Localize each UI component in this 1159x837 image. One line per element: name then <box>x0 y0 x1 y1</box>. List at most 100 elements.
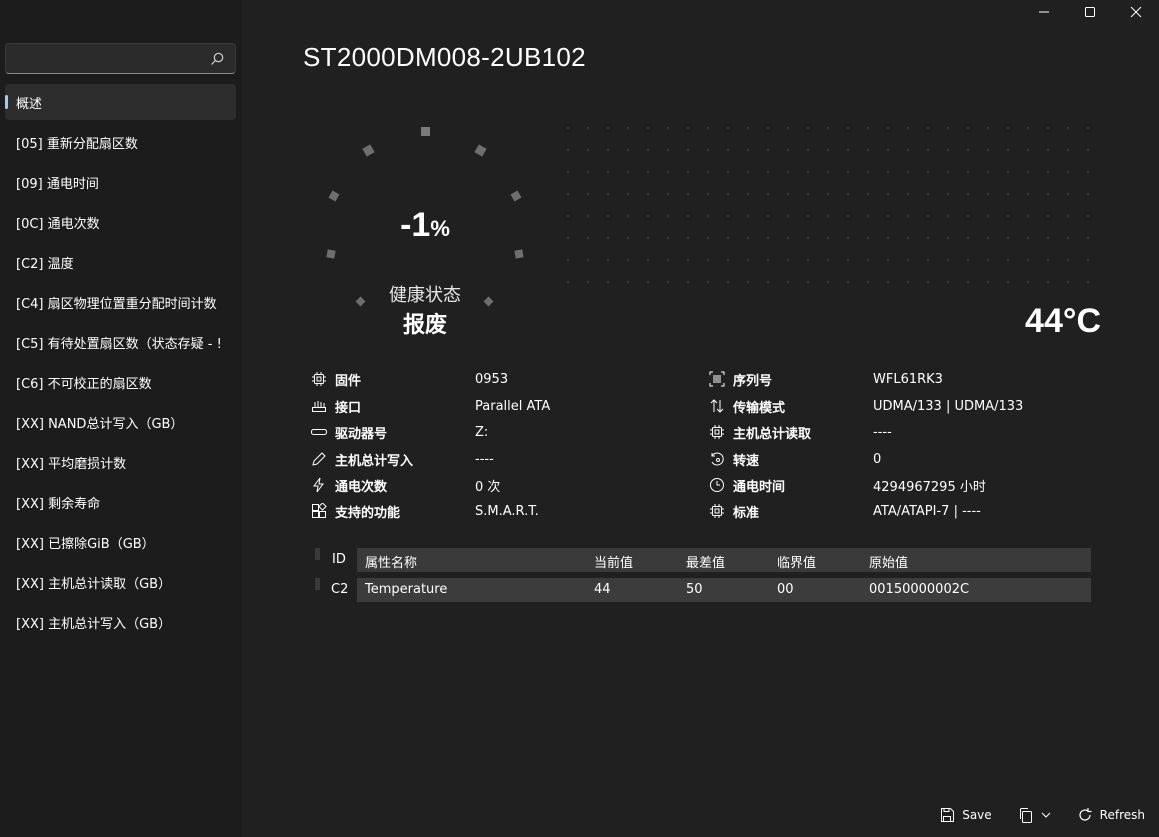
info-value: 0 次 <box>475 479 501 495</box>
grid-dot <box>1026 126 1030 130</box>
grid-dot <box>746 148 750 152</box>
info-label: 主机总计读取 <box>733 426 812 442</box>
sidebar-item-0c[interactable]: [0C] 通电次数 <box>5 204 236 240</box>
grid-dot <box>766 170 770 174</box>
grid-dot <box>666 280 670 284</box>
grid-dot <box>986 258 990 262</box>
grid-dot <box>646 280 650 284</box>
copy-dropdown-button[interactable] <box>1018 807 1051 823</box>
sidebar-item-wear-level[interactable]: [XX] 平均磨损计数 <box>5 444 236 480</box>
grid-dot <box>986 170 990 174</box>
grid-dot <box>766 192 770 196</box>
table-row[interactable]: C2 Temperature 44 50 00 00150000002C <box>315 578 1091 602</box>
info-value: 0953 <box>475 371 509 387</box>
smart-table: ID 属性名称 当前值 最差值 临界值 原始值 C2 Temperature 4… <box>315 548 1091 602</box>
grid-dot <box>926 170 930 174</box>
grid-dot <box>626 192 630 196</box>
grid-dot <box>686 170 690 174</box>
col-worst: 最差值 <box>686 556 726 571</box>
grid-dot <box>786 192 790 196</box>
maximize-button[interactable] <box>1067 0 1113 24</box>
refresh-button[interactable]: Refresh <box>1077 807 1145 823</box>
clock-icon <box>708 476 726 494</box>
health-percent: -1% <box>330 206 520 245</box>
grid-dot <box>986 236 990 240</box>
grid-dot <box>566 258 570 262</box>
grid-dot <box>946 126 950 130</box>
sidebar-item-05[interactable]: [05] 重新分配扇区数 <box>5 124 236 160</box>
save-label: Save <box>962 808 992 822</box>
sidebar-item-overview[interactable]: 概述 <box>5 84 236 120</box>
grid-dot <box>966 126 970 130</box>
close-button[interactable] <box>1113 0 1159 24</box>
grid-dot <box>946 236 950 240</box>
grid-dot <box>866 214 870 218</box>
info-power-count: 通电次数 0 次 <box>310 472 500 498</box>
grid-dot <box>706 214 710 218</box>
grid-dot <box>986 126 990 130</box>
table-marker <box>315 548 320 560</box>
grid-dot <box>706 192 710 196</box>
grid-dot <box>1066 280 1070 284</box>
grid-dot <box>926 280 930 284</box>
info-value: ---- <box>873 424 892 440</box>
info-label: 主机总计写入 <box>335 453 414 469</box>
sidebar-item-nand-writes[interactable]: [XX] NAND总计写入（GB） <box>5 404 236 440</box>
window-controls <box>1021 0 1159 24</box>
grid-dot <box>666 258 670 262</box>
grid-dot <box>1066 258 1070 262</box>
search-icon[interactable] <box>209 51 225 67</box>
grid-dot <box>966 236 970 240</box>
grid-dot <box>966 280 970 284</box>
grid-dot <box>846 170 850 174</box>
sidebar-item-life-left[interactable]: [XX] 剩余寿命 <box>5 484 236 520</box>
sidebar-item-c5[interactable]: [C5] 有待处置扇区数（状态存疑 - ! <box>5 324 236 360</box>
sidebar-item-c2[interactable]: [C2] 温度 <box>5 244 236 280</box>
sidebar-item-label: [XX] 平均磨损计数 <box>16 456 127 472</box>
grid-dot <box>606 126 610 130</box>
command-bar: Save Refresh <box>939 807 1145 823</box>
grid-dot <box>946 280 950 284</box>
grid-dot <box>846 280 850 284</box>
grid-dot <box>986 148 990 152</box>
grid-dot <box>726 258 730 262</box>
col-id: ID <box>332 552 346 567</box>
sidebar-item-c6[interactable]: [C6] 不可校正的扇区数 <box>5 364 236 400</box>
search-input[interactable] <box>5 43 236 74</box>
grid-dot <box>906 192 910 196</box>
grid-dot <box>826 236 830 240</box>
sidebar-item-label: [0C] 通电次数 <box>16 216 100 232</box>
save-button[interactable]: Save <box>939 807 992 823</box>
col-current: 当前值 <box>594 556 634 571</box>
sidebar-item-host-writes[interactable]: [XX] 主机总计写入（GB） <box>5 604 236 640</box>
grid-dot <box>786 258 790 262</box>
sidebar-item-label: [05] 重新分配扇区数 <box>16 136 138 152</box>
copy-icon <box>1019 808 1032 823</box>
grid-dot <box>706 170 710 174</box>
sidebar-item-09[interactable]: [09] 通电时间 <box>5 164 236 200</box>
grid-dot <box>706 236 710 240</box>
grid-dot <box>946 192 950 196</box>
grid-dot <box>606 148 610 152</box>
info-value: S.M.A.R.T. <box>475 503 539 519</box>
minimize-icon <box>1039 11 1049 13</box>
grid-dot <box>1066 192 1070 196</box>
sidebar: 概述 [05] 重新分配扇区数 [09] 通电时间 [0C] 通电次数 [C2]… <box>0 0 242 837</box>
grid-dot <box>1006 280 1010 284</box>
grid-dot <box>586 148 590 152</box>
grid-dot <box>646 214 650 218</box>
sidebar-item-host-reads[interactable]: [XX] 主机总计读取（GB） <box>5 564 236 600</box>
temperature-history-grid <box>566 126 1090 284</box>
sidebar-item-erased-gib[interactable]: [XX] 已擦除GiB（GB） <box>5 524 236 560</box>
info-label: 驱动器号 <box>335 426 388 442</box>
sidebar-item-c4[interactable]: [C4] 扇区物理位置重分配时间计数 <box>5 284 236 320</box>
info-value: ---- <box>475 451 494 467</box>
grid-dot <box>606 192 610 196</box>
grid-dot <box>726 214 730 218</box>
grid-dot <box>686 126 690 130</box>
grid-dot <box>766 258 770 262</box>
grid-dot <box>1066 214 1070 218</box>
grid-dot <box>706 258 710 262</box>
minimize-button[interactable] <box>1021 0 1067 24</box>
grid-dot <box>606 236 610 240</box>
